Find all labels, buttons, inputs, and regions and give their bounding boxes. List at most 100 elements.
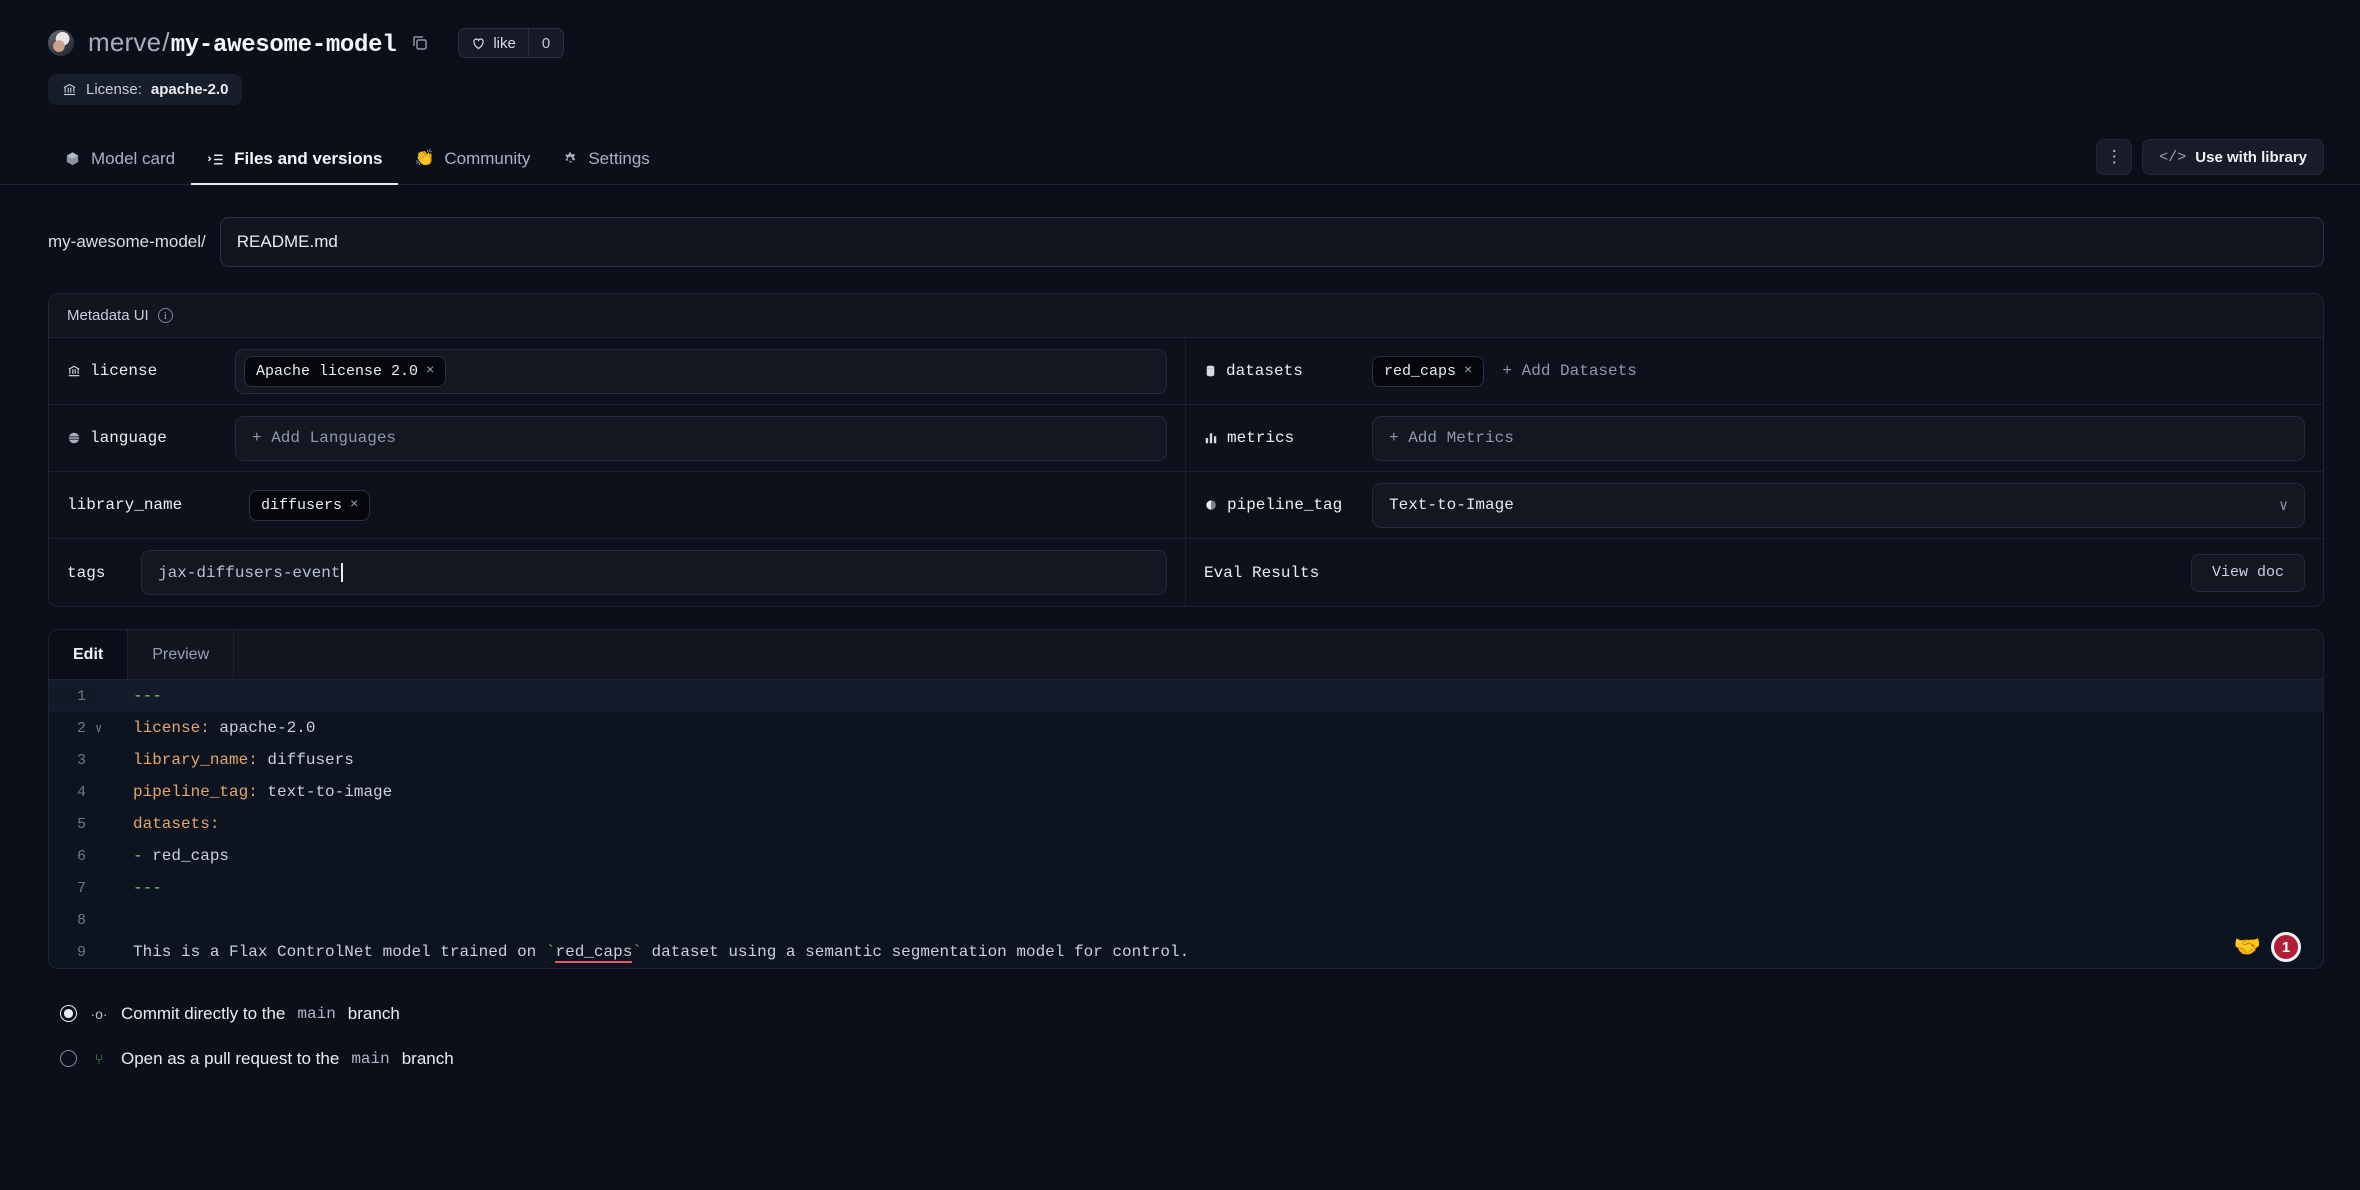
license-prefix: License: bbox=[86, 81, 142, 98]
line-number: 3 bbox=[49, 752, 95, 769]
code-token: red_caps bbox=[555, 943, 632, 963]
tags-input[interactable]: jax-diffusers-event bbox=[141, 550, 1167, 595]
code-token: red_caps bbox=[152, 847, 229, 865]
library-name-field[interactable]: diffusers × bbox=[249, 483, 1167, 528]
language-field[interactable]: + Add Languages bbox=[235, 416, 1167, 461]
code-token: ` bbox=[632, 943, 642, 961]
code-line[interactable]: 3library_name: diffusers bbox=[49, 744, 2323, 776]
metadata-label-pipeline-tag: pipeline_tag bbox=[1204, 496, 1372, 514]
code-token: --- bbox=[133, 879, 162, 897]
status-badge[interactable]: 1 bbox=[2271, 932, 2301, 962]
code-line-text: - red_caps bbox=[113, 847, 229, 865]
metadata-ui-header: Metadata UI i bbox=[49, 294, 2323, 338]
remove-token-icon[interactable]: × bbox=[1464, 363, 1472, 379]
code-editor-area[interactable]: 1---2∨license: apache-2.03library_name: … bbox=[49, 680, 2323, 968]
remove-token-icon[interactable]: × bbox=[426, 363, 434, 379]
code-line-text: pipeline_tag: text-to-image bbox=[113, 783, 392, 801]
commit-option-direct-branch: main bbox=[297, 1005, 335, 1023]
tab-files-and-versions[interactable]: Files and versions bbox=[191, 149, 398, 185]
metadata-label-metrics-text: metrics bbox=[1227, 429, 1294, 447]
metadata-label-tags: tags bbox=[67, 564, 141, 582]
tab-files-and-versions-label: Files and versions bbox=[234, 149, 382, 169]
add-metrics-placeholder[interactable]: + Add Metrics bbox=[1381, 429, 1514, 447]
radio-commit-pull-request[interactable] bbox=[60, 1050, 77, 1067]
radio-commit-direct[interactable] bbox=[60, 1005, 77, 1022]
metadata-row-library-name: library_name diffusers × bbox=[49, 472, 1186, 539]
copy-icon[interactable] bbox=[410, 33, 430, 53]
view-doc-button[interactable]: View doc bbox=[2191, 554, 2305, 592]
pipeline-tag-select[interactable]: Text-to-Image ∨ bbox=[1372, 483, 2305, 528]
library-name-token[interactable]: diffusers × bbox=[249, 490, 370, 521]
library-name-token-label: diffusers bbox=[261, 497, 342, 514]
repo-title-row: merve / my-awesome-model like 0 bbox=[48, 22, 2360, 64]
code-line[interactable]: 8 bbox=[49, 904, 2323, 936]
code-line[interactable]: 2∨license: apache-2.0 bbox=[49, 712, 2323, 744]
more-options-button[interactable]: ⋮ bbox=[2096, 139, 2132, 175]
metadata-label-pipeline-tag-text: pipeline_tag bbox=[1227, 496, 1342, 514]
tab-model-card[interactable]: Model card bbox=[48, 149, 191, 185]
repo-owner-link[interactable]: merve bbox=[88, 27, 161, 58]
line-number: 5 bbox=[49, 816, 95, 833]
license-token[interactable]: Apache license 2.0 × bbox=[244, 356, 446, 387]
dataset-token-label: red_caps bbox=[1384, 363, 1456, 380]
pipeline-icon bbox=[1204, 498, 1218, 512]
code-line-text: --- bbox=[113, 687, 162, 705]
code-line[interactable]: 7 --- bbox=[49, 872, 2323, 904]
cube-icon bbox=[64, 151, 81, 168]
metadata-row-tags: tags jax-diffusers-event bbox=[49, 539, 1186, 606]
file-editor: Edit Preview 1---2∨license: apache-2.03l… bbox=[48, 629, 2324, 969]
commit-option-pr-suffix: branch bbox=[402, 1049, 454, 1069]
path-prefix: my-awesome-model/ bbox=[48, 232, 206, 252]
code-line[interactable]: 6- red_caps bbox=[49, 840, 2323, 872]
metadata-row-license: license Apache license 2.0 × bbox=[49, 338, 1186, 405]
datasets-field[interactable]: red_caps × + Add Datasets bbox=[1372, 349, 2305, 394]
metadata-ui-panel: Metadata UI i license Apache license 2.0… bbox=[48, 293, 2324, 607]
pipeline-tag-value: Text-to-Image bbox=[1389, 496, 1514, 514]
tab-edit[interactable]: Edit bbox=[49, 630, 128, 679]
code-line[interactable]: 4pipeline_tag: text-to-image bbox=[49, 776, 2323, 808]
use-with-library-button[interactable]: </> Use with library bbox=[2142, 139, 2324, 175]
tab-model-card-label: Model card bbox=[91, 149, 175, 169]
metadata-label-tags-text: tags bbox=[67, 564, 105, 582]
info-icon[interactable]: i bbox=[158, 308, 173, 323]
chevron-down-icon[interactable]: ∨ bbox=[2279, 496, 2288, 515]
remove-token-icon[interactable]: × bbox=[350, 497, 358, 513]
use-with-library-label: Use with library bbox=[2195, 149, 2307, 166]
commit-option-pull-request[interactable]: ⑂ Open as a pull request to the main bra… bbox=[60, 1036, 2360, 1081]
dataset-token[interactable]: red_caps × bbox=[1372, 356, 1484, 387]
like-group[interactable]: like 0 bbox=[458, 28, 564, 58]
code-token: dataset using a semantic segmentation mo… bbox=[642, 943, 1189, 961]
metadata-label-datasets: datasets bbox=[1204, 362, 1372, 380]
add-languages-placeholder[interactable]: + Add Languages bbox=[244, 429, 396, 447]
metadata-row-metrics: metrics + Add Metrics bbox=[1186, 405, 2323, 472]
license-value: apache-2.0 bbox=[151, 81, 229, 98]
metrics-field[interactable]: + Add Metrics bbox=[1372, 416, 2305, 461]
commit-option-pr-prefix: Open as a pull request to the bbox=[121, 1049, 339, 1069]
clapping-hands-icon: 👏 bbox=[414, 151, 434, 167]
code-line[interactable]: 1--- bbox=[49, 680, 2323, 712]
fold-toggle-icon[interactable]: ∨ bbox=[95, 721, 113, 736]
code-line[interactable]: 5 datasets: bbox=[49, 808, 2323, 840]
tags-input-value: jax-diffusers-event bbox=[150, 563, 343, 582]
page-title: merve / my-awesome-model bbox=[88, 27, 396, 59]
line-number: 7 bbox=[49, 880, 95, 897]
commit-option-direct[interactable]: ·o· Commit directly to the main branch bbox=[60, 991, 2360, 1036]
metadata-row-pipeline-tag: pipeline_tag Text-to-Image ∨ bbox=[1186, 472, 2323, 539]
tab-preview[interactable]: Preview bbox=[128, 630, 234, 679]
tab-community-label: Community bbox=[444, 149, 530, 169]
commit-option-direct-prefix: Commit directly to the bbox=[121, 1004, 285, 1024]
code-line[interactable]: 9This is a Flax ControlNet model trained… bbox=[49, 936, 2323, 968]
repo-name-link[interactable]: my-awesome-model bbox=[171, 32, 397, 59]
code-token: datasets: bbox=[133, 815, 219, 833]
gear-icon bbox=[562, 151, 578, 167]
tab-community[interactable]: 👏 Community bbox=[398, 149, 546, 185]
editor-badge-row: 🤝 1 bbox=[2234, 932, 2301, 962]
add-datasets-placeholder[interactable]: + Add Datasets bbox=[1494, 362, 1636, 380]
commit-option-pr-branch: main bbox=[351, 1050, 389, 1068]
code-token: This is a Flax ControlNet model trained … bbox=[133, 943, 546, 961]
filename-input[interactable]: README.md bbox=[220, 217, 2324, 267]
avatar[interactable] bbox=[48, 30, 74, 56]
tab-settings[interactable]: Settings bbox=[546, 149, 665, 185]
license-field[interactable]: Apache license 2.0 × bbox=[235, 349, 1167, 394]
like-button[interactable]: like bbox=[459, 29, 528, 57]
